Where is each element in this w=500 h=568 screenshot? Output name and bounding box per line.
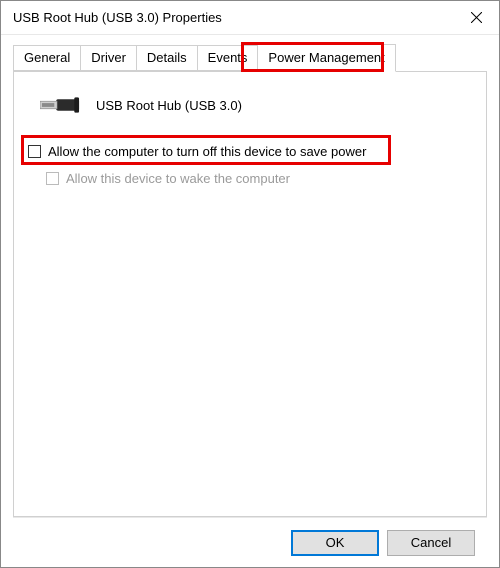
label-allow-wake: Allow this device to wake the computer <box>66 171 290 186</box>
titlebar: USB Root Hub (USB 3.0) Properties <box>1 1 499 35</box>
option-row-turnoff: Allow the computer to turn off this devi… <box>28 142 472 161</box>
checkbox-allow-turnoff[interactable] <box>28 145 41 158</box>
properties-dialog: USB Root Hub (USB 3.0) Properties Genera… <box>0 0 500 568</box>
dialog-button-row: OK Cancel <box>13 517 487 567</box>
tab-strip: General Driver Details Events Power Mana… <box>13 45 487 71</box>
tab-power-management[interactable]: Power Management <box>257 44 395 72</box>
device-header: USB Root Hub (USB 3.0) <box>28 88 472 142</box>
window-title: USB Root Hub (USB 3.0) Properties <box>13 10 453 25</box>
close-button[interactable] <box>453 1 499 35</box>
cancel-button[interactable]: Cancel <box>387 530 475 556</box>
ok-button[interactable]: OK <box>291 530 379 556</box>
tab-general[interactable]: General <box>13 45 81 71</box>
close-icon <box>471 12 482 23</box>
label-allow-turnoff: Allow the computer to turn off this devi… <box>48 144 366 159</box>
checkbox-allow-wake <box>46 172 59 185</box>
usb-connector-icon <box>40 94 80 116</box>
tab-events[interactable]: Events <box>197 45 259 71</box>
tab-panel-power-management: USB Root Hub (USB 3.0) Allow the compute… <box>13 71 487 517</box>
tab-driver[interactable]: Driver <box>80 45 137 71</box>
tab-details[interactable]: Details <box>136 45 198 71</box>
option-row-wake: Allow this device to wake the computer <box>28 169 472 188</box>
dialog-content: General Driver Details Events Power Mana… <box>1 35 499 567</box>
device-name: USB Root Hub (USB 3.0) <box>96 98 242 113</box>
